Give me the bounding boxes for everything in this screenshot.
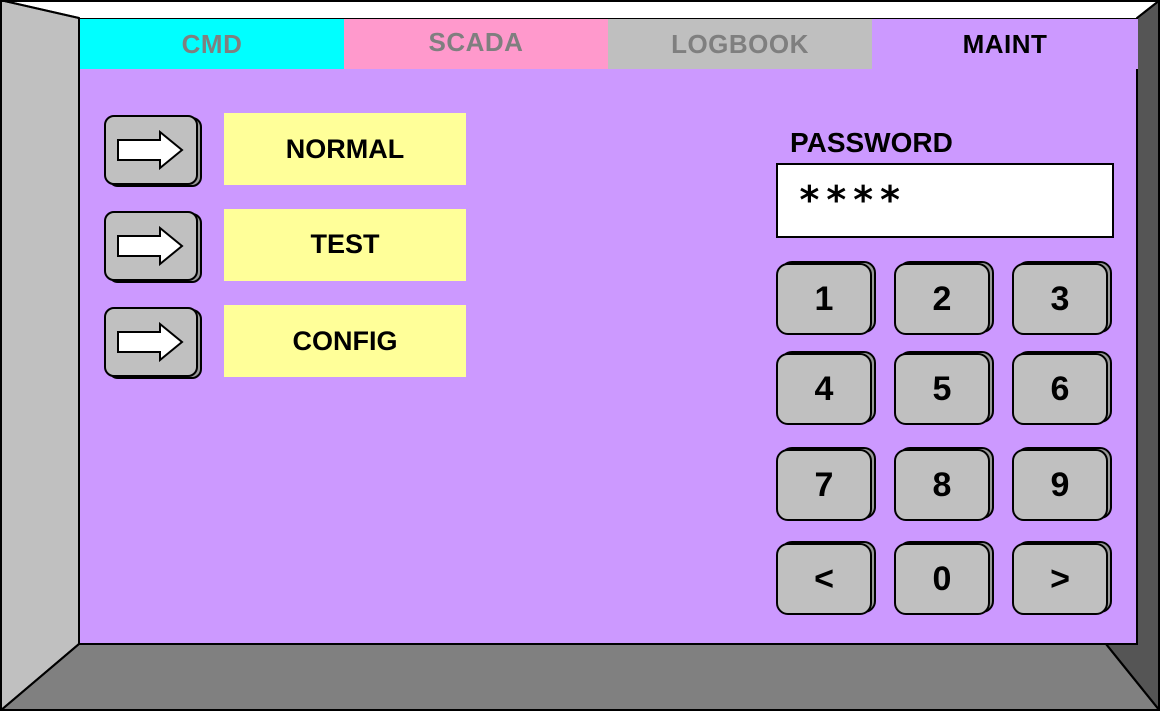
- bezel-left-panel: [0, 0, 80, 711]
- test-mode-button[interactable]: [104, 211, 204, 285]
- keypad-key-9[interactable]: 9: [1012, 445, 1114, 523]
- keypad-key-5[interactable]: 5: [894, 349, 996, 427]
- keypad-key-7[interactable]: 7: [776, 445, 878, 523]
- right-arrow-icon: [117, 130, 184, 170]
- keypad-key-1[interactable]: 1: [776, 259, 878, 337]
- tab-logbook[interactable]: LOGBOOK: [608, 19, 872, 69]
- keypad-key-0[interactable]: 0: [894, 539, 996, 617]
- tab-maint[interactable]: MAINT: [872, 19, 1138, 69]
- right-arrow-icon: [117, 226, 184, 266]
- tab-scada[interactable]: SCADA: [344, 19, 608, 69]
- config-mode-button[interactable]: [104, 307, 204, 381]
- mode-label-config: CONFIG: [224, 305, 466, 377]
- bezel-bottom-panel: [0, 643, 1160, 711]
- keypad-key-4[interactable]: 4: [776, 349, 878, 427]
- keypad-key-6[interactable]: 6: [1012, 349, 1114, 427]
- hmi-screen: CMD SCADA LOGBOOK MAINT NORMAL TEST CONF…: [79, 18, 1138, 644]
- keypad-key-enter[interactable]: >: [1012, 539, 1114, 617]
- tab-cmd[interactable]: CMD: [80, 19, 344, 69]
- keypad-key-2[interactable]: 2: [894, 259, 996, 337]
- keypad-key-3[interactable]: 3: [1012, 259, 1114, 337]
- right-arrow-icon: [117, 322, 184, 362]
- keypad-key-8[interactable]: 8: [894, 445, 996, 523]
- password-label: PASSWORD: [790, 127, 953, 158]
- mode-label-test: TEST: [224, 209, 466, 281]
- normal-mode-button[interactable]: [104, 115, 204, 189]
- keypad-key-back[interactable]: <: [776, 539, 878, 617]
- mode-label-normal: NORMAL: [224, 113, 466, 185]
- password-field[interactable]: ****: [776, 163, 1114, 238]
